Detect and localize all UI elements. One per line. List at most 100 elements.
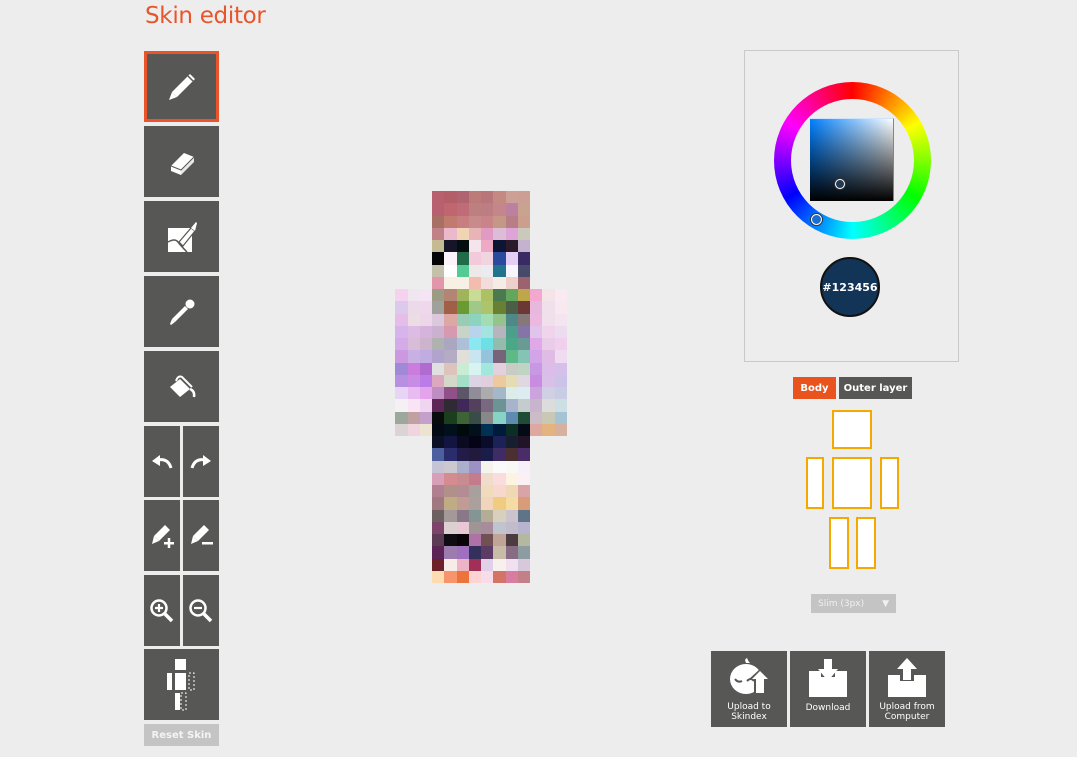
skin-pixel-right-arm[interactable]	[530, 314, 542, 326]
saturation-value-square[interactable]	[810, 118, 894, 201]
zoom-out-button[interactable]	[183, 575, 219, 646]
skin-pixel-left-arm[interactable]	[420, 301, 432, 314]
toggle-body-parts-button[interactable]	[144, 649, 219, 720]
skin-pixel-head[interactable]	[432, 265, 444, 277]
skin-pixel-legs[interactable]	[469, 497, 481, 510]
skin-pixel-torso[interactable]	[506, 301, 518, 314]
skin-pixel-left-arm[interactable]	[420, 338, 432, 350]
skin-pixel-torso[interactable]	[506, 387, 518, 399]
skin-pixel-head[interactable]	[444, 216, 457, 228]
skin-pixel-legs[interactable]	[457, 571, 469, 583]
skin-pixel-torso[interactable]	[469, 412, 481, 424]
skin-pixel-legs[interactable]	[457, 510, 469, 522]
skin-pixel-head[interactable]	[506, 203, 518, 216]
skin-pixel-right-arm[interactable]	[542, 301, 555, 314]
skin-pixel-legs[interactable]	[518, 497, 530, 510]
skin-pixel-head[interactable]	[469, 203, 481, 216]
skin-pixel-legs[interactable]	[457, 559, 469, 571]
skin-pixel-legs[interactable]	[469, 522, 481, 534]
body-part-right-leg[interactable]	[856, 517, 876, 569]
skin-pixel-legs[interactable]	[444, 559, 457, 571]
skin-pixel-left-arm[interactable]	[395, 289, 408, 301]
skin-pixel-left-arm[interactable]	[408, 387, 420, 399]
skin-pixel-legs[interactable]	[444, 510, 457, 522]
skin-pixel-torso[interactable]	[457, 412, 469, 424]
skin-pixel-torso[interactable]	[432, 338, 444, 350]
skin-pixel-torso[interactable]	[444, 301, 457, 314]
hue-handle[interactable]	[811, 214, 822, 225]
skin-pixel-head[interactable]	[444, 240, 457, 252]
skin-pixel-torso[interactable]	[457, 363, 469, 375]
skin-pixel-torso[interactable]	[481, 314, 493, 326]
skin-pixel-torso[interactable]	[493, 363, 506, 375]
skin-pixel-legs[interactable]	[518, 522, 530, 534]
skin-pixel-head[interactable]	[481, 277, 493, 289]
skin-pixel-torso[interactable]	[469, 375, 481, 387]
skin-pixel-legs[interactable]	[457, 461, 469, 473]
skin-pixel-legs[interactable]	[506, 448, 518, 461]
skin-pixel-legs[interactable]	[506, 485, 518, 497]
skin-pixel-right-arm[interactable]	[555, 412, 567, 424]
skin-pixel-head[interactable]	[432, 216, 444, 228]
skin-pixel-torso[interactable]	[493, 424, 506, 436]
skin-pixel-head[interactable]	[481, 203, 493, 216]
skin-pixel-torso[interactable]	[469, 350, 481, 363]
skin-pixel-legs[interactable]	[481, 461, 493, 473]
skin-pixel-right-arm[interactable]	[555, 375, 567, 387]
skin-pixel-right-arm[interactable]	[530, 326, 542, 338]
skin-pixel-head[interactable]	[506, 265, 518, 277]
skin-pixel-torso[interactable]	[481, 412, 493, 424]
skin-pixel-legs[interactable]	[506, 436, 518, 448]
skin-pixel-torso[interactable]	[481, 350, 493, 363]
skin-pixel-torso[interactable]	[469, 387, 481, 399]
skin-pixel-head[interactable]	[506, 277, 518, 289]
skin-pixel-legs[interactable]	[518, 534, 530, 546]
skin-pixel-left-arm[interactable]	[395, 387, 408, 399]
skin-pixel-legs[interactable]	[518, 571, 530, 583]
skin-pixel-torso[interactable]	[444, 338, 457, 350]
eraser-tool-button[interactable]	[144, 126, 219, 197]
skin-pixel-legs[interactable]	[469, 546, 481, 559]
skin-pixel-torso[interactable]	[493, 338, 506, 350]
skin-pixel-torso[interactable]	[444, 350, 457, 363]
skin-pixel-left-arm[interactable]	[395, 326, 408, 338]
skin-pixel-head[interactable]	[493, 277, 506, 289]
skin-pixel-torso[interactable]	[444, 326, 457, 338]
skin-pixel-right-arm[interactable]	[542, 387, 555, 399]
skin-pixel-torso[interactable]	[493, 412, 506, 424]
skin-pixel-left-arm[interactable]	[395, 375, 408, 387]
skin-pixel-torso[interactable]	[518, 387, 530, 399]
skin-pixel-torso[interactable]	[469, 363, 481, 375]
skin-pixel-torso[interactable]	[481, 338, 493, 350]
skin-pixel-legs[interactable]	[481, 473, 493, 485]
skin-pixel-head[interactable]	[457, 228, 469, 240]
skin-pixel-right-arm[interactable]	[555, 289, 567, 301]
skin-pixel-legs[interactable]	[457, 497, 469, 510]
skin-pixel-torso[interactable]	[506, 399, 518, 412]
skin-pixel-legs[interactable]	[481, 510, 493, 522]
skin-pixel-torso[interactable]	[444, 289, 457, 301]
skin-pixel-legs[interactable]	[457, 522, 469, 534]
skin-pixel-head[interactable]	[506, 240, 518, 252]
skin-pixel-head[interactable]	[469, 240, 481, 252]
skin-pixel-right-arm[interactable]	[542, 326, 555, 338]
skin-pixel-torso[interactable]	[432, 363, 444, 375]
skin-pixel-legs[interactable]	[432, 448, 444, 461]
skin-pixel-legs[interactable]	[481, 546, 493, 559]
skin-pixel-torso[interactable]	[518, 350, 530, 363]
skin-pixel-torso[interactable]	[457, 301, 469, 314]
skin-pixel-torso[interactable]	[469, 399, 481, 412]
skin-pixel-legs[interactable]	[444, 436, 457, 448]
skin-pixel-legs[interactable]	[506, 534, 518, 546]
skin-pixel-right-arm[interactable]	[542, 350, 555, 363]
skin-pixel-legs[interactable]	[506, 571, 518, 583]
skin-pixel-left-arm[interactable]	[420, 350, 432, 363]
skin-pixel-torso[interactable]	[493, 387, 506, 399]
skin-pixel-head[interactable]	[432, 252, 444, 265]
skin-pixel-legs[interactable]	[481, 534, 493, 546]
skin-pixel-legs[interactable]	[481, 497, 493, 510]
skin-pixel-head[interactable]	[493, 240, 506, 252]
skin-pixel-legs[interactable]	[493, 546, 506, 559]
skin-pixel-torso[interactable]	[481, 375, 493, 387]
upload-to-skindex-button[interactable]: Upload to Skindex	[711, 651, 787, 727]
